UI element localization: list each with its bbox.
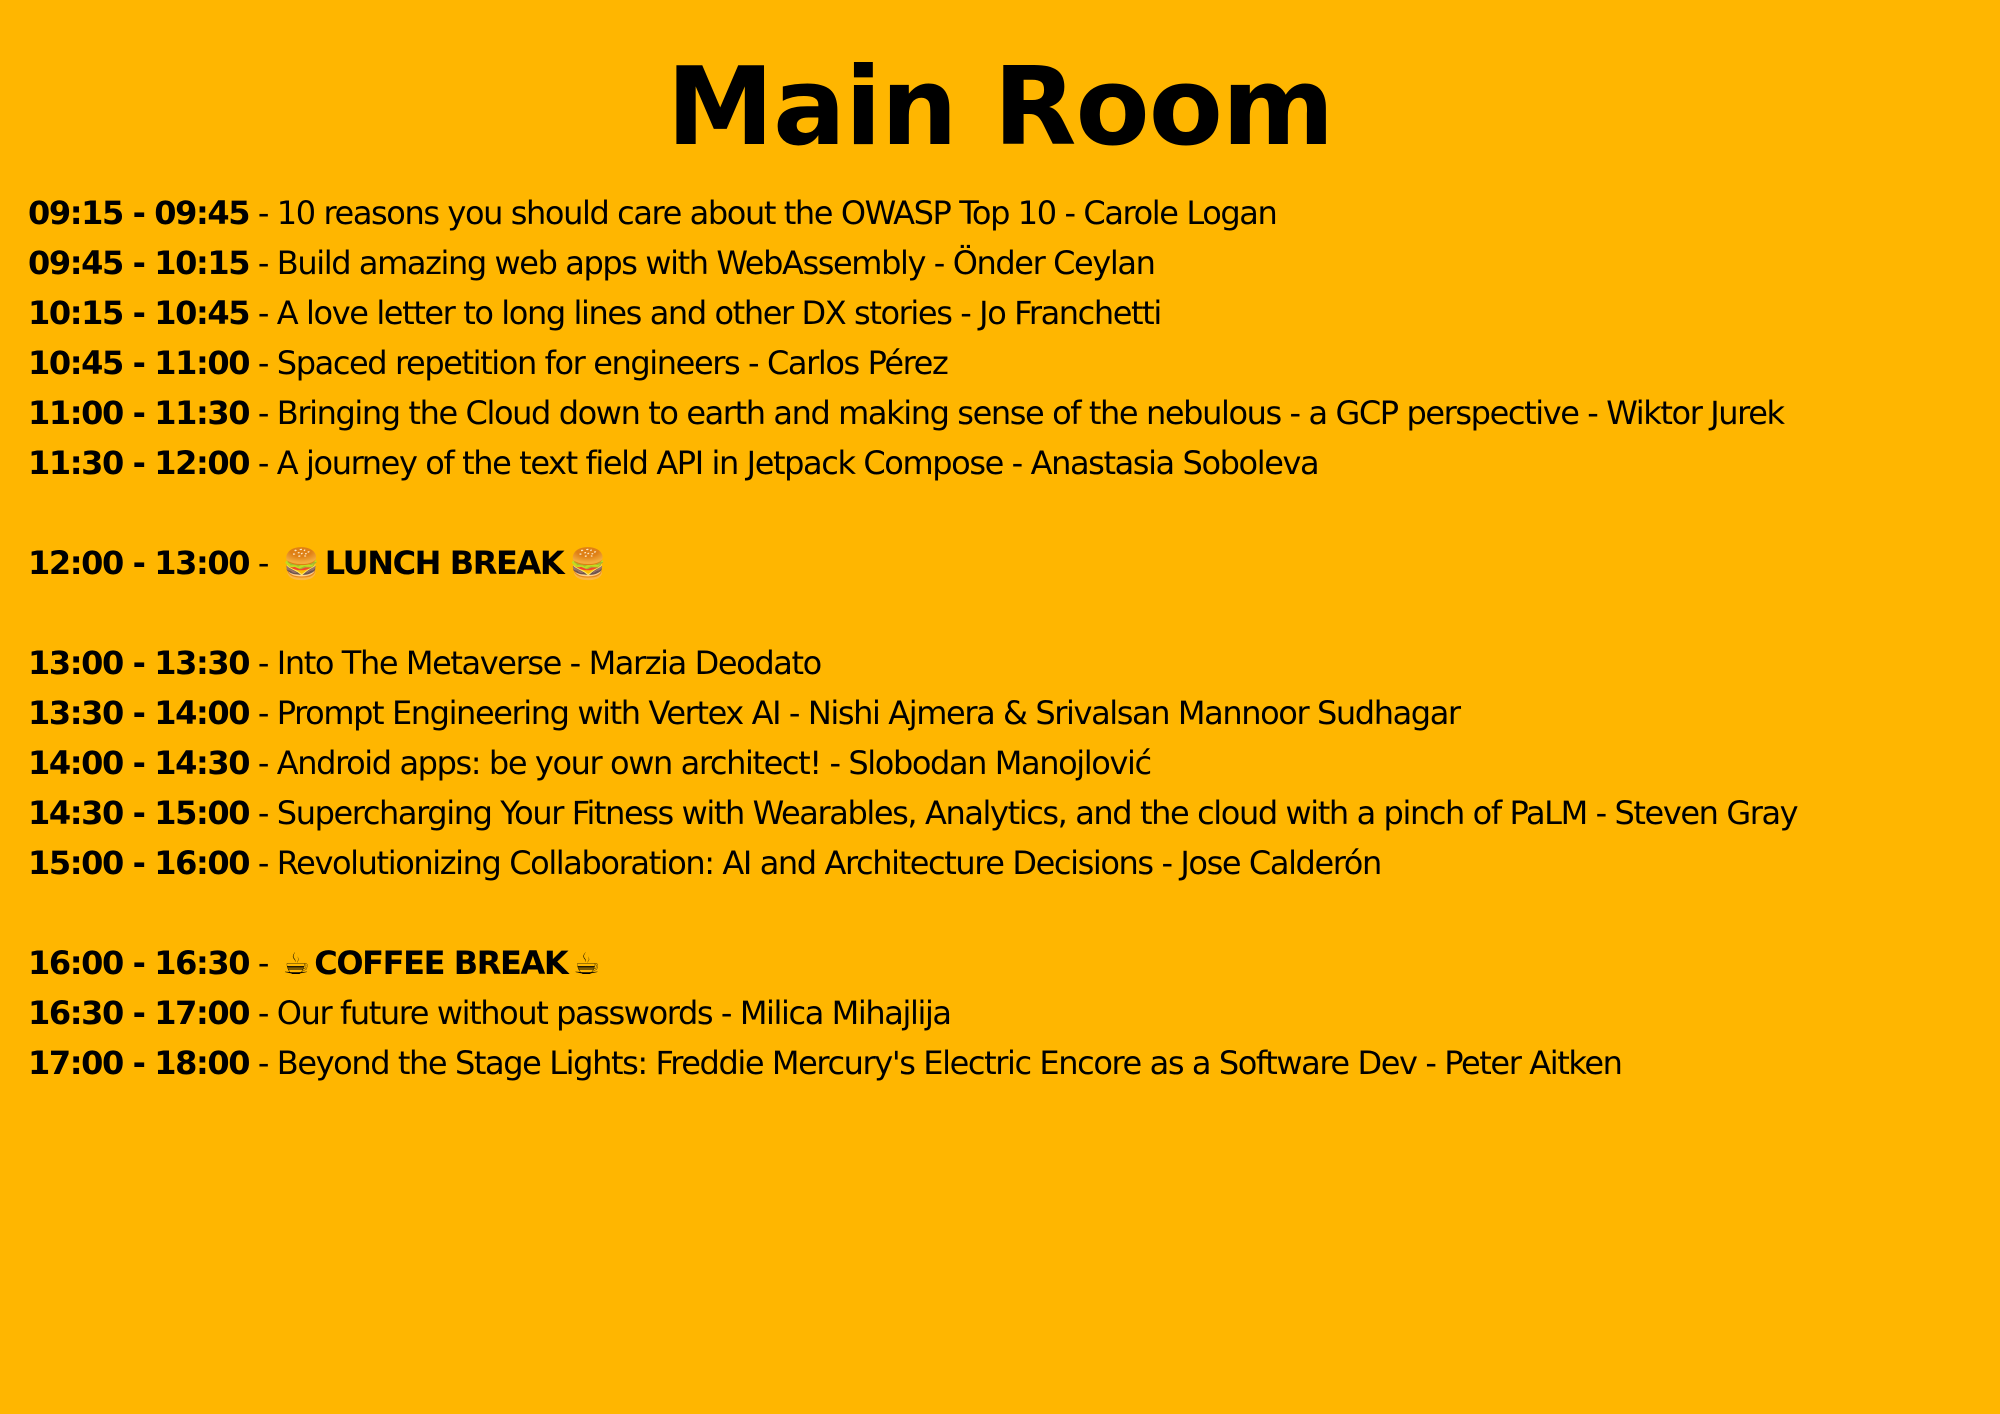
session-details: - Our future without passwords - Milica … [249, 994, 952, 1032]
session-time: 09:45 - 10:15 [28, 244, 250, 282]
session-details: - Spaced repetition for engineers - Carl… [249, 344, 949, 382]
session-details: - Revolutionizing Collaboration: AI and … [249, 844, 1382, 882]
break-row-lunch: 12:00 - 13:00 - 🍔 LUNCH BREAK 🍔 [28, 538, 1972, 588]
session-row: 11:00 - 11:30 - Bringing the Cloud down … [28, 388, 1972, 438]
session-row: 16:30 - 17:00 - Our future without passw… [28, 988, 1972, 1038]
burger-icon: 🍔 [569, 547, 606, 582]
coffee-cup-icon: ☕ [282, 947, 310, 982]
page-title: Main Room [666, 45, 1335, 170]
session-row: 10:45 - 11:00 - Spaced repetition for en… [28, 338, 1972, 388]
schedule-list: 09:15 - 09:45 - 10 reasons you should ca… [28, 188, 1972, 1088]
session-time: 10:45 - 11:00 [28, 344, 250, 382]
session-time: 13:30 - 14:00 [28, 694, 250, 732]
session-time: 14:30 - 15:00 [28, 794, 250, 832]
session-time: 16:30 - 17:00 [28, 994, 250, 1032]
coffee-cup-icon: ☕ [573, 947, 600, 982]
session-details: - Prompt Engineering with Vertex AI - Ni… [249, 694, 1461, 732]
session-details: - A love letter to long lines and other … [249, 294, 1162, 332]
session-time: 15:00 - 16:00 [28, 844, 250, 882]
break-label: LUNCH BREAK [324, 544, 565, 582]
session-details: - Bringing the Cloud down to earth and m… [249, 394, 1785, 432]
session-row: 14:00 - 14:30 - Android apps: be your ow… [28, 738, 1972, 788]
session-time: 09:15 - 09:45 [28, 194, 250, 232]
session-row: 14:30 - 15:00 - Supercharging Your Fitne… [28, 788, 1972, 838]
session-details: - A journey of the text field API in Jet… [249, 444, 1320, 482]
break-time: 12:00 - 13:00 [28, 544, 250, 582]
break-row-coffee: 16:00 - 16:30 - ☕ COFFEE BREAK ☕ [28, 938, 1972, 988]
break-separator: - [249, 944, 277, 982]
session-details: - Into The Metaverse - Marzia Deodato [249, 644, 822, 682]
session-details: - 10 reasons you should care about the O… [249, 194, 1278, 232]
session-row: 13:30 - 14:00 - Prompt Engineering with … [28, 688, 1972, 738]
break-separator: - [249, 544, 277, 582]
session-row: 17:00 - 18:00 - Beyond the Stage Lights:… [28, 1038, 1972, 1088]
session-row: 09:45 - 10:15 - Build amazing web apps w… [28, 238, 1972, 288]
session-details: - Beyond the Stage Lights: Freddie Mercu… [249, 1044, 1623, 1082]
burger-icon: 🍔 [282, 547, 320, 582]
session-row: 15:00 - 16:00 - Revolutionizing Collabor… [28, 838, 1972, 888]
session-details: - Supercharging Your Fitness with Wearab… [249, 794, 1799, 832]
session-time: 14:00 - 14:30 [28, 744, 250, 782]
session-details: - Android apps: be your own architect! -… [249, 744, 1152, 782]
break-time: 16:00 - 16:30 [28, 944, 250, 982]
session-time: 11:00 - 11:30 [28, 394, 250, 432]
session-time: 17:00 - 18:00 [28, 1044, 250, 1082]
session-row: 09:15 - 09:45 - 10 reasons you should ca… [28, 188, 1972, 238]
session-time: 13:00 - 13:30 [28, 644, 250, 682]
session-details: - Build amazing web apps with WebAssembl… [249, 244, 1156, 282]
session-time: 10:15 - 10:45 [28, 294, 250, 332]
break-label: COFFEE BREAK [314, 944, 568, 982]
session-time: 11:30 - 12:00 [28, 444, 250, 482]
session-row: 11:30 - 12:00 - A journey of the text fi… [28, 438, 1972, 488]
session-row: 13:00 - 13:30 - Into The Metaverse - Mar… [28, 638, 1972, 688]
session-row: 10:15 - 10:45 - A love letter to long li… [28, 288, 1972, 338]
schedule-page: Main Room 09:15 - 09:45 - 10 reasons you… [0, 0, 2000, 1414]
